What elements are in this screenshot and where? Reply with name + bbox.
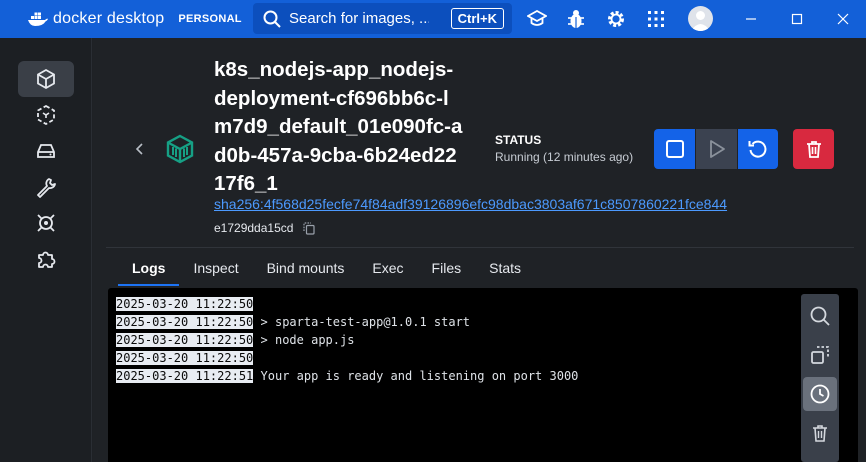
search-icon — [810, 306, 830, 326]
tab-files[interactable]: Files — [418, 252, 476, 286]
log-line: 2025-03-20 11:22:51 Your app is ready an… — [116, 368, 578, 384]
log-timestamp: 2025-03-20 11:22:50 — [116, 315, 254, 329]
log-message: Your app is ready and listening on port … — [260, 369, 579, 383]
plan-badge: PERSONAL — [178, 13, 242, 25]
status-label: STATUS — [495, 133, 542, 147]
sidebar-item-docker-scout[interactable] — [18, 205, 74, 241]
divider — [106, 247, 854, 248]
settings-gear-icon[interactable] — [605, 8, 627, 30]
search-bar[interactable]: Search for images, ... Ctrl+K — [253, 3, 512, 34]
log-timestamp: 2025-03-20 11:22:51 — [116, 369, 254, 383]
log-message: > node app.js — [260, 333, 355, 347]
container-name: k8s_nodejs-app_nodejs-deployment-cf696bb… — [214, 58, 463, 195]
back-chevron-icon[interactable] — [133, 140, 147, 158]
search-icon — [263, 10, 281, 28]
close-icon[interactable] — [833, 9, 853, 29]
log-search-button[interactable] — [803, 299, 837, 333]
log-line: 2025-03-20 11:22:50 > sparta-test-app@1.… — [116, 314, 470, 330]
scout-icon — [37, 214, 55, 232]
wrench-icon — [37, 178, 56, 198]
tab-exec[interactable]: Exec — [358, 252, 417, 286]
container-cube-icon — [37, 68, 55, 90]
tab-bind-mounts[interactable]: Bind mounts — [253, 252, 359, 286]
user-avatar-icon[interactable] — [688, 6, 713, 31]
log-line: 2025-03-20 11:22:50 > node app.js — [116, 332, 354, 348]
status-value: Running (12 minutes ago) — [495, 150, 634, 164]
log-copy-button[interactable] — [803, 338, 837, 372]
log-timestamp: 2025-03-20 11:22:50 — [116, 297, 254, 311]
troubleshoot-bug-icon[interactable] — [565, 8, 587, 30]
brand: docker desktop PERSONAL — [28, 10, 242, 28]
image-sha-link[interactable]: sha256:4f568d25fecfe74f84adf39126896efc9… — [214, 196, 727, 212]
image-cube-icon — [37, 104, 55, 126]
title-bar: docker desktop PERSONAL Search for image… — [0, 0, 866, 38]
container-details: k8s_nodejs-app_nodejs-deployment-cf696bb… — [93, 38, 866, 462]
start-button[interactable] — [696, 129, 737, 169]
container-id: e1729dda15cd — [214, 221, 316, 235]
minimize-icon[interactable] — [741, 9, 761, 29]
volume-drive-icon — [37, 144, 55, 158]
detail-tabs: Logs Inspect Bind mounts Exec Files Stat… — [118, 252, 535, 286]
trash-icon — [806, 141, 821, 158]
log-line: 2025-03-20 11:22:50 — [116, 296, 254, 312]
sidebar-item-builds[interactable] — [18, 169, 74, 205]
copy-icon — [811, 346, 829, 364]
stop-icon — [665, 140, 684, 158]
search-shortcut: Ctrl+K — [450, 8, 504, 29]
maximize-icon[interactable] — [787, 9, 807, 29]
docker-whale-icon — [28, 12, 48, 26]
sidebar-item-extensions[interactable] — [18, 241, 74, 277]
delete-button[interactable] — [793, 129, 834, 169]
log-line: 2025-03-20 11:22:50 — [116, 350, 254, 366]
container-id-text: e1729dda15cd — [214, 221, 294, 235]
extensions-grid-icon[interactable] — [645, 8, 667, 30]
restart-button[interactable] — [738, 129, 778, 169]
log-viewer[interactable]: 2025-03-20 11:22:50 2025-03-20 11:22:50 … — [108, 288, 858, 462]
play-icon — [709, 140, 725, 158]
log-toolbar — [801, 294, 839, 462]
puzzle-icon — [38, 251, 56, 268]
sidebar — [0, 38, 92, 462]
tab-stats[interactable]: Stats — [475, 252, 535, 286]
container-status-icon — [166, 134, 194, 164]
sidebar-item-images[interactable] — [18, 97, 74, 133]
stop-button[interactable] — [654, 129, 695, 169]
search-input[interactable]: Search for images, ... — [289, 10, 429, 27]
brand-name: docker desktop — [53, 10, 165, 27]
log-message: > sparta-test-app@1.0.1 start — [260, 315, 471, 329]
log-timestamp: 2025-03-20 11:22:50 — [116, 351, 254, 365]
log-timestamp: 2025-03-20 11:22:50 — [116, 333, 254, 347]
restart-icon — [748, 140, 767, 158]
clock-icon — [810, 384, 830, 404]
tab-inspect[interactable]: Inspect — [179, 252, 252, 286]
tab-logs[interactable]: Logs — [118, 252, 180, 286]
log-clear-button[interactable] — [803, 416, 837, 450]
sidebar-item-volumes[interactable] — [18, 133, 74, 169]
learning-center-icon[interactable] — [526, 8, 548, 30]
trash-icon — [813, 425, 827, 442]
sidebar-item-containers[interactable] — [18, 61, 74, 97]
copy-icon[interactable] — [303, 221, 316, 235]
log-timestamps-toggle[interactable] — [803, 377, 837, 411]
